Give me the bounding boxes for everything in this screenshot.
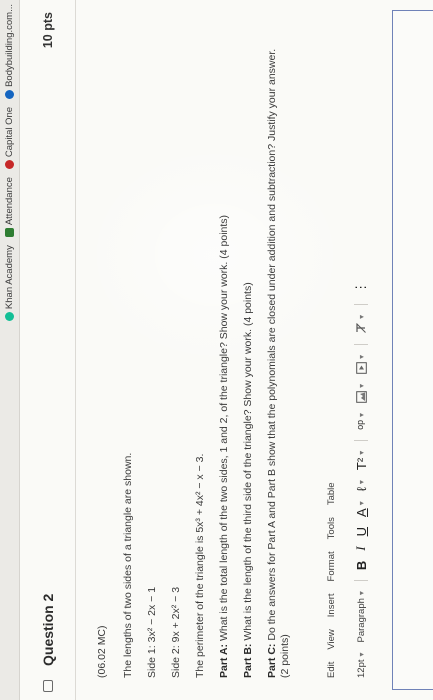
chevron-down-icon: ▾ xyxy=(356,383,366,388)
menu-insert[interactable]: Insert xyxy=(326,593,337,617)
bookmarks-bar: Khan Academy Attendance Capital One Body… xyxy=(0,0,20,700)
question-header: Question 2 10 pts xyxy=(20,0,76,700)
bookmark-khan-academy[interactable]: Khan Academy xyxy=(4,245,15,322)
superscript-icon: T² xyxy=(353,457,369,471)
part-a-text: What is the total length of the two side… xyxy=(218,214,230,642)
part-c: Part C: Do the answers for Part A and Pa… xyxy=(266,38,292,678)
part-c-label: Part C: xyxy=(266,643,278,678)
question-card: Question 2 10 pts (06.02 MC) The lengths… xyxy=(20,0,433,700)
italic-button[interactable]: I xyxy=(353,546,369,550)
toolbar-divider xyxy=(354,439,368,441)
toolbar-divider xyxy=(354,580,368,582)
image-icon xyxy=(355,391,367,403)
block-format-select[interactable]: Paragraph ▾ xyxy=(356,591,367,642)
capital-one-icon xyxy=(5,160,14,170)
editor-toolbar: 12pt ▾ Paragraph ▾ B I U A ▾ ℓ ▾ T² ▾ ᵒᵖ… xyxy=(350,258,372,678)
text-color-button[interactable]: A ▾ xyxy=(354,501,369,517)
chevron-down-icon: ▾ xyxy=(356,354,366,359)
block-format-value: Paragraph xyxy=(355,598,367,643)
part-b-text: What is the length of the third side of … xyxy=(242,282,254,641)
answer-textarea[interactable] xyxy=(392,10,433,690)
flag-icon[interactable] xyxy=(42,680,53,692)
text-color-icon: A xyxy=(353,508,369,517)
link-icon: ᵒᵖ xyxy=(353,419,369,430)
perimeter-text: The perimeter of the triangle is 5x³ + 4… xyxy=(194,453,206,678)
editor-menubar: Edit View Insert Format Tools Table xyxy=(326,482,337,678)
superscript-button[interactable]: T² ▾ xyxy=(354,451,369,470)
question-intro: The lengths of two sides of a triangle a… xyxy=(122,452,134,678)
part-b-label: Part B: xyxy=(242,643,254,678)
points-badge: 10 pts xyxy=(40,12,55,49)
underline-button[interactable]: U xyxy=(354,527,369,536)
part-a-label: Part A: xyxy=(218,643,230,678)
font-size-value: 12pt xyxy=(355,659,367,679)
side-1: Side 1: 3x² − 2x − 1 xyxy=(146,586,158,678)
bookmark-bodybuilding[interactable]: Bodybuilding.com... xyxy=(4,4,15,99)
question-title: Question 2 xyxy=(39,593,56,666)
clear-formatting-icon xyxy=(356,323,366,333)
chevron-down-icon: ▾ xyxy=(356,501,366,506)
chevron-down-icon: ▾ xyxy=(356,412,366,417)
chevron-down-icon: ▾ xyxy=(356,591,366,596)
bookmark-label: Capital One xyxy=(4,106,15,158)
bookmark-attendance[interactable]: Attendance xyxy=(4,177,15,238)
media-button[interactable]: ▾ xyxy=(355,354,367,374)
highlight-button[interactable]: ℓ ▾ xyxy=(354,480,369,491)
chevron-down-icon: ▾ xyxy=(356,314,366,319)
bodybuilding-icon xyxy=(5,89,14,99)
chevron-down-icon: ▾ xyxy=(356,480,366,485)
rotated-screen: Khan Academy Attendance Capital One Body… xyxy=(0,0,433,700)
menu-table[interactable]: Table xyxy=(326,482,337,505)
bookmark-label: Khan Academy xyxy=(4,245,15,310)
highlight-icon: ℓ xyxy=(353,487,369,492)
khan-academy-icon xyxy=(5,312,14,322)
chevron-down-icon: ▾ xyxy=(356,450,366,455)
menu-view[interactable]: View xyxy=(326,629,337,649)
toolbar-divider xyxy=(354,343,368,345)
question-code: (06.02 MC) xyxy=(96,625,108,678)
toolbar-divider xyxy=(354,303,368,305)
screen-glare xyxy=(80,140,350,370)
attendance-icon xyxy=(5,228,14,238)
bookmark-label: Attendance xyxy=(4,177,15,226)
media-icon xyxy=(355,362,367,374)
more-options-button[interactable]: ⋮ xyxy=(353,281,369,294)
clear-format-button[interactable]: ▾ xyxy=(355,315,367,334)
menu-tools[interactable]: Tools xyxy=(326,517,337,539)
font-size-select[interactable]: 12pt ▾ xyxy=(356,652,367,678)
image-button[interactable]: ▾ xyxy=(355,383,367,403)
part-b: Part B: What is the length of the third … xyxy=(242,282,255,678)
link-button[interactable]: ᵒᵖ ▾ xyxy=(354,413,369,430)
part-c-text: Do the answers for Part A and Part B sho… xyxy=(266,48,292,678)
menu-format[interactable]: Format xyxy=(326,551,337,581)
bookmark-capital-one[interactable]: Capital One xyxy=(4,106,15,170)
menu-edit[interactable]: Edit xyxy=(326,662,337,678)
side-2: Side 2: 9x + 2x² − 3 xyxy=(170,586,182,678)
bold-button[interactable]: B xyxy=(354,561,369,570)
chevron-down-icon: ▾ xyxy=(356,652,366,657)
part-a: Part A: What is the total length of the … xyxy=(218,215,231,678)
bookmark-label: Bodybuilding.com... xyxy=(4,4,15,87)
